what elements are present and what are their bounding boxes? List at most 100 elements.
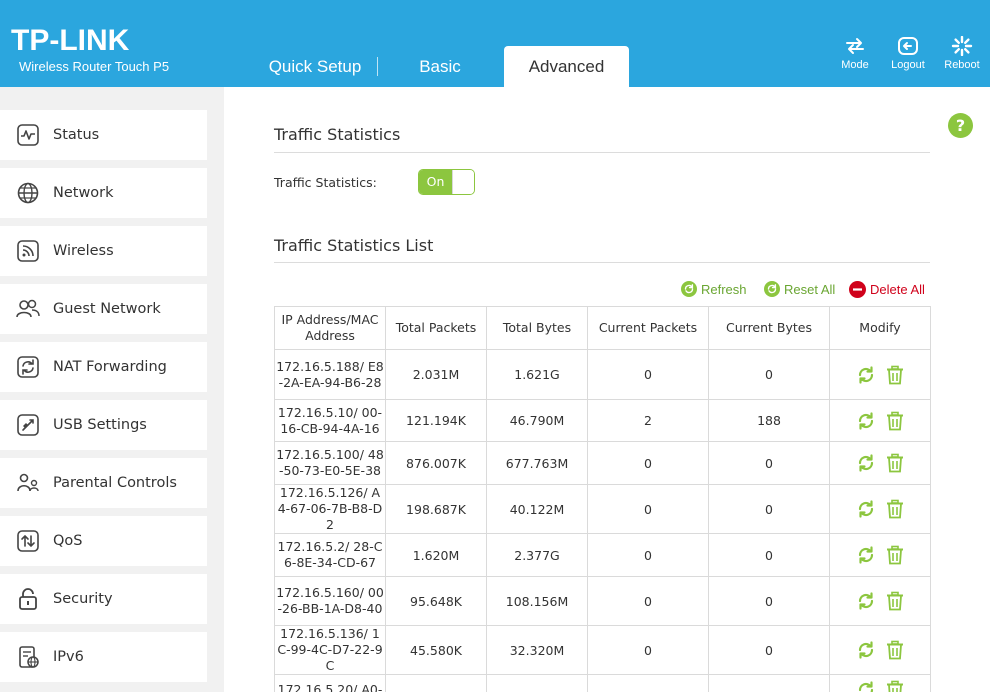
refresh-label: Refresh xyxy=(701,281,747,297)
trash-icon[interactable] xyxy=(885,680,905,692)
cell-modify xyxy=(829,441,931,485)
mode-label: Mode xyxy=(841,59,869,71)
reset-row-icon[interactable] xyxy=(856,591,876,611)
traffic-statistics-toggle[interactable]: On xyxy=(418,169,475,195)
reset-row-icon[interactable] xyxy=(856,453,876,473)
table-row: 172.16.5.20/ A0- xyxy=(274,674,931,692)
cell-current-bytes xyxy=(708,674,830,692)
cell-ip-mac: 172.16.5.10/ 00-16-CB-94-4A-16 xyxy=(274,399,386,442)
trash-icon[interactable] xyxy=(885,499,905,519)
cell-modify xyxy=(829,674,931,692)
cell-ip-mac: 172.16.5.160/ 00-26-BB-1A-D8-40 xyxy=(274,576,386,626)
cell-ip-mac: 172.16.5.2/ 28-C6-8E-34-CD-67 xyxy=(274,533,386,577)
list-title: Traffic Statistics List xyxy=(274,236,434,255)
trash-icon[interactable] xyxy=(885,411,905,431)
reset-row-icon[interactable] xyxy=(856,680,876,692)
sidebar-item-usb-settings[interactable]: USB Settings xyxy=(0,400,207,450)
brand-logo: TP-LINK xyxy=(11,24,130,57)
cell-total-packets: 45.580K xyxy=(385,625,487,675)
cell-total-bytes: 108.156M xyxy=(486,576,588,626)
traffic-statistics-table: IP Address/MAC Address Total Packets Tot… xyxy=(274,306,931,692)
sidebar-item-status[interactable]: Status xyxy=(0,110,207,160)
logout-label: Logout xyxy=(891,59,925,71)
cell-current-packets: 0 xyxy=(587,484,709,534)
refresh-button[interactable]: Refresh xyxy=(681,280,747,298)
parental-controls-icon xyxy=(14,469,42,497)
cell-current-bytes: 0 xyxy=(708,576,830,626)
traffic-statistics-label: Traffic Statistics: xyxy=(274,175,377,190)
sidebar-item-security[interactable]: Security xyxy=(0,574,207,624)
table-row: 172.16.5.2/ 28-C6-8E-34-CD-67 1.620M 2.377… xyxy=(274,533,931,577)
reset-row-icon[interactable] xyxy=(856,640,876,660)
sidebar-item-label: Security xyxy=(53,591,113,607)
sidebar-item-guest-network[interactable]: Guest Network xyxy=(0,284,207,334)
toggle-state-label: On xyxy=(419,170,452,194)
lock-icon xyxy=(14,585,42,613)
status-icon xyxy=(14,121,42,149)
cell-modify xyxy=(829,625,931,675)
reset-row-icon[interactable] xyxy=(856,411,876,431)
mode-button[interactable]: Mode xyxy=(831,36,879,76)
cell-current-packets: 0 xyxy=(587,533,709,577)
cell-current-packets: 0 xyxy=(587,625,709,675)
cell-total-bytes xyxy=(486,674,588,692)
cell-total-packets: 1.620M xyxy=(385,533,487,577)
sidebar-item-label: Guest Network xyxy=(53,301,161,317)
reset-row-icon[interactable] xyxy=(856,365,876,385)
reset-row-icon[interactable] xyxy=(856,499,876,519)
column-header-total-bytes: Total Bytes xyxy=(486,306,588,350)
sidebar-item-qos[interactable]: QoS xyxy=(0,516,207,566)
table-row: 172.16.5.126/ A4-67-06-7B-B8-D2 198.687K 4… xyxy=(274,484,931,534)
cell-total-packets: 121.194K xyxy=(385,399,487,442)
reboot-button[interactable]: Reboot xyxy=(938,36,986,76)
trash-icon[interactable] xyxy=(885,640,905,660)
delete-all-button[interactable]: Delete All xyxy=(849,280,925,298)
sidebar: Status Network Wireless Guest Network NA… xyxy=(0,87,224,692)
nat-forwarding-icon xyxy=(14,353,42,381)
cell-total-bytes: 2.377G xyxy=(486,533,588,577)
sidebar-item-nat-forwarding[interactable]: NAT Forwarding xyxy=(0,342,207,392)
ipv6-icon xyxy=(14,643,42,671)
cell-total-bytes: 677.763M xyxy=(486,441,588,485)
reset-all-label: Reset All xyxy=(784,281,836,297)
tab-quick-setup[interactable]: Quick Setup xyxy=(255,46,375,87)
column-header-modify: Modify xyxy=(829,306,931,350)
cell-total-bytes: 40.122M xyxy=(486,484,588,534)
trash-icon[interactable] xyxy=(885,545,905,565)
cell-total-packets: 198.687K xyxy=(385,484,487,534)
sidebar-item-parental-controls[interactable]: Parental Controls xyxy=(0,458,207,508)
sidebar-item-wireless[interactable]: Wireless xyxy=(0,226,207,276)
header-bar: TP-LINK Wireless Router Touch P5 Quick S… xyxy=(0,0,990,87)
cell-current-bytes: 0 xyxy=(708,533,830,577)
trash-icon[interactable] xyxy=(885,591,905,611)
cell-current-bytes: 0 xyxy=(708,484,830,534)
reboot-label: Reboot xyxy=(944,59,980,71)
trash-icon[interactable] xyxy=(885,453,905,473)
table-row: 172.16.5.188/ E8-2A-EA-94-B6-28 2.031M 1.6… xyxy=(274,349,931,400)
reboot-icon xyxy=(951,36,973,56)
tab-basic[interactable]: Basic xyxy=(390,46,490,87)
cell-ip-mac: 172.16.5.136/ 1C-99-4C-D7-22-9C xyxy=(274,625,386,675)
sidebar-item-ipv6[interactable]: IPv6 xyxy=(0,632,207,682)
cell-total-bytes: 32.320M xyxy=(486,625,588,675)
reset-row-icon[interactable] xyxy=(856,545,876,565)
reset-all-button[interactable]: Reset All xyxy=(764,280,835,298)
cell-current-packets xyxy=(587,674,709,692)
tab-advanced[interactable]: Advanced xyxy=(504,46,629,87)
table-row: 172.16.5.160/ 00-26-BB-1A-D8-40 95.648K 10… xyxy=(274,576,931,626)
logout-button[interactable]: Logout xyxy=(884,36,932,76)
cell-ip-mac: 172.16.5.188/ E8-2A-EA-94-B6-28 xyxy=(274,349,386,400)
usb-icon xyxy=(14,411,42,439)
wireless-icon xyxy=(14,237,42,265)
list-divider xyxy=(274,262,930,263)
help-button[interactable]: ? xyxy=(948,113,973,138)
trash-icon[interactable] xyxy=(885,365,905,385)
cell-current-bytes: 0 xyxy=(708,625,830,675)
section-divider xyxy=(274,152,930,153)
cell-modify xyxy=(829,349,931,400)
refresh-icon xyxy=(681,281,697,297)
sidebar-item-network[interactable]: Network xyxy=(0,168,207,218)
column-header-total-packets: Total Packets xyxy=(385,306,487,350)
toggle-knob xyxy=(452,170,474,194)
section-title: Traffic Statistics xyxy=(274,125,401,144)
